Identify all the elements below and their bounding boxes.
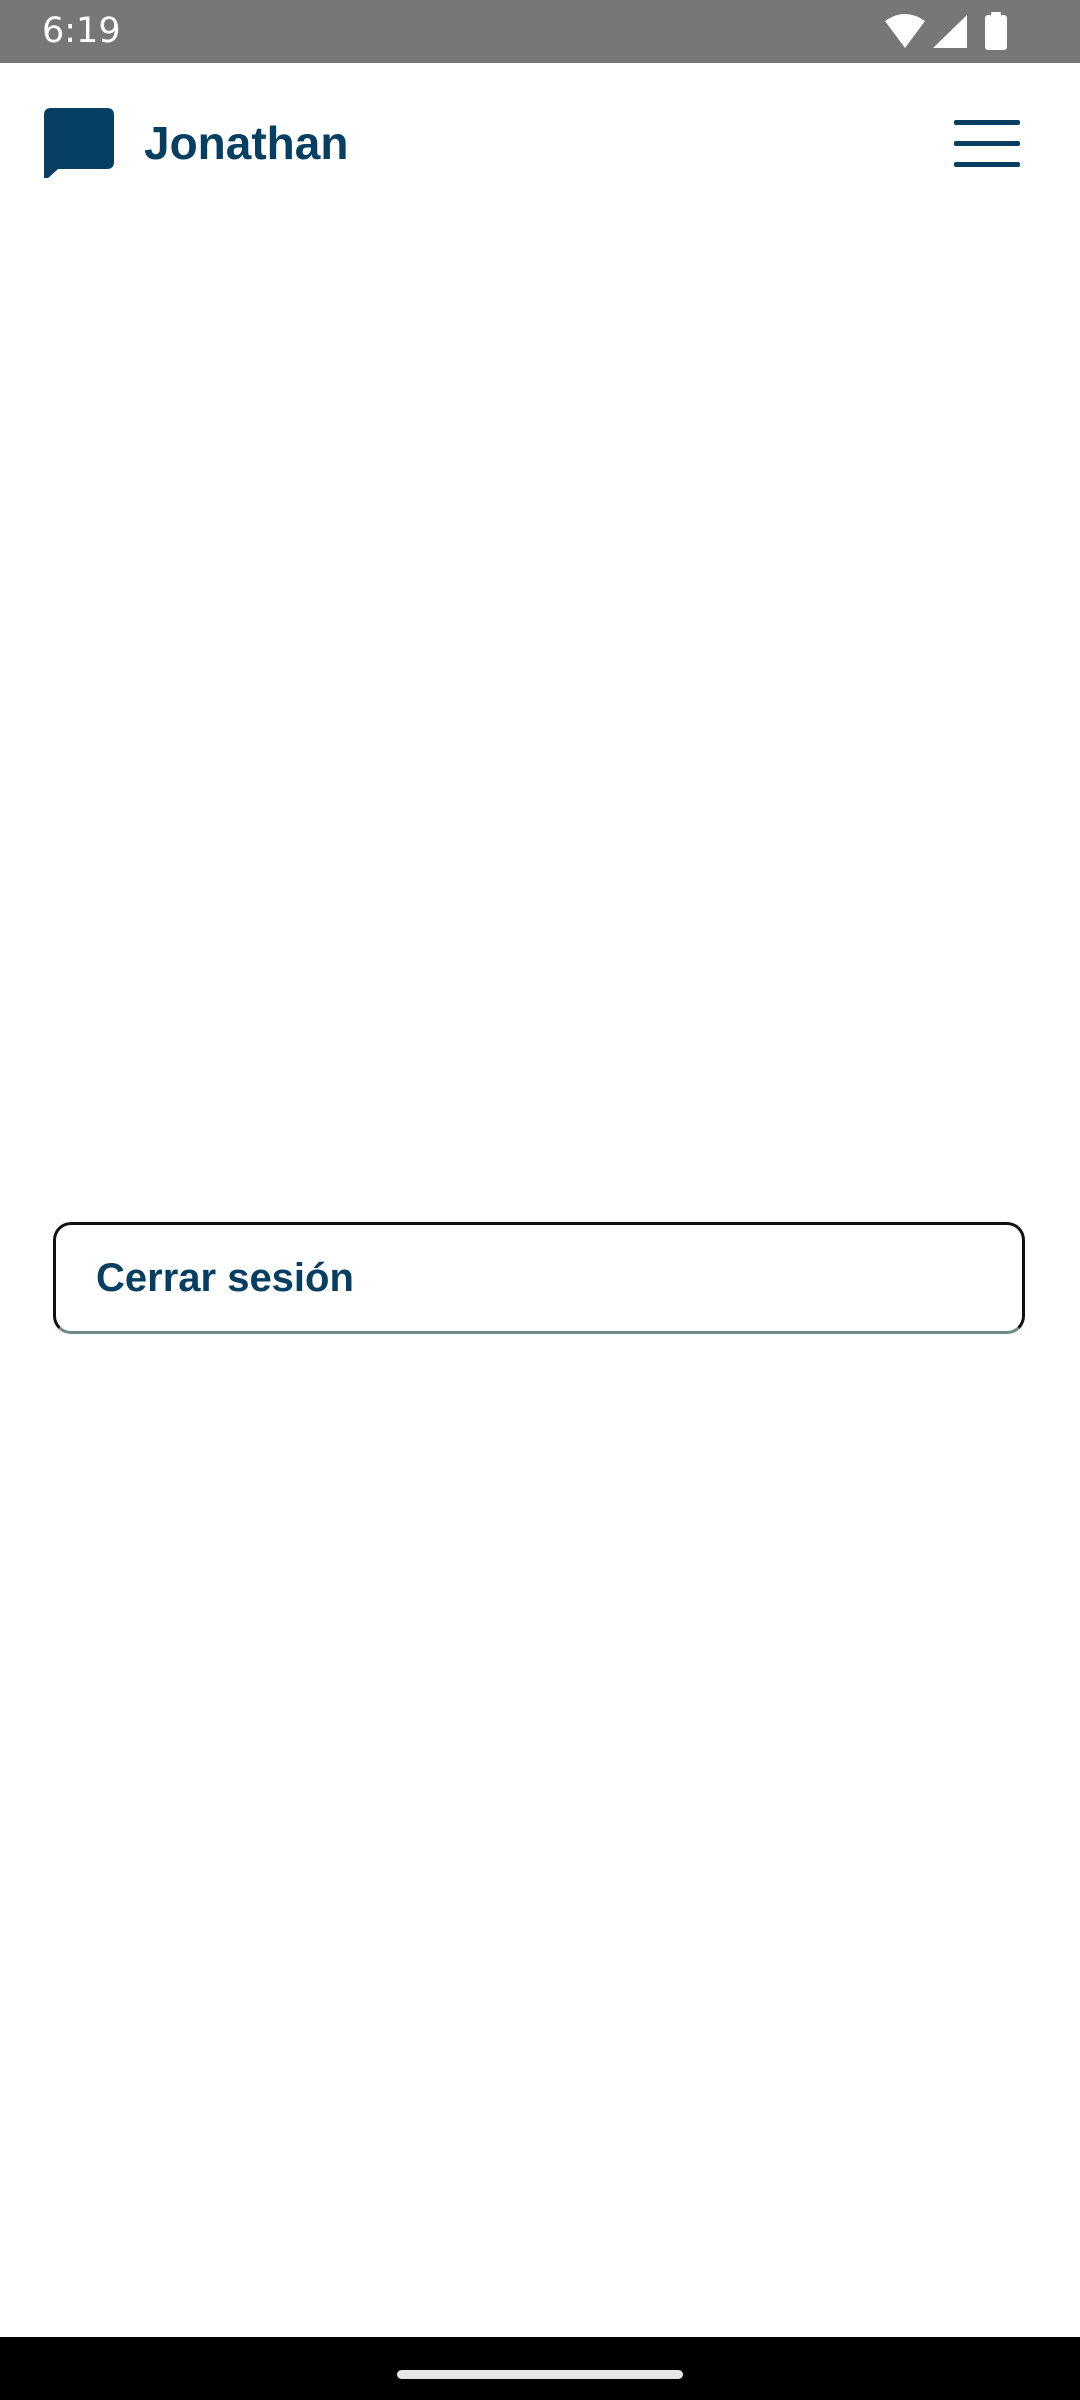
logout-label: Cerrar sesión bbox=[96, 1256, 354, 1300]
home-indicator[interactable] bbox=[397, 2370, 683, 2379]
status-time: 6:19 bbox=[42, 11, 121, 51]
system-nav-bar bbox=[0, 2337, 1080, 2400]
logout-button[interactable]: Cerrar sesión bbox=[53, 1222, 1025, 1334]
chat-bubble-icon bbox=[44, 108, 114, 178]
hamburger-menu-bar bbox=[954, 162, 1020, 167]
hamburger-menu-bar bbox=[954, 141, 1020, 146]
app-bar: Jonathan bbox=[0, 63, 1080, 223]
menu-button[interactable] bbox=[940, 103, 1036, 183]
status-bar: 6:19 bbox=[0, 0, 1080, 63]
battery-icon bbox=[985, 12, 1007, 50]
cell-signal-icon bbox=[933, 15, 967, 48]
wifi-icon bbox=[885, 14, 925, 48]
app-title: Jonathan bbox=[144, 117, 349, 169]
hamburger-menu-icon bbox=[954, 120, 1020, 125]
